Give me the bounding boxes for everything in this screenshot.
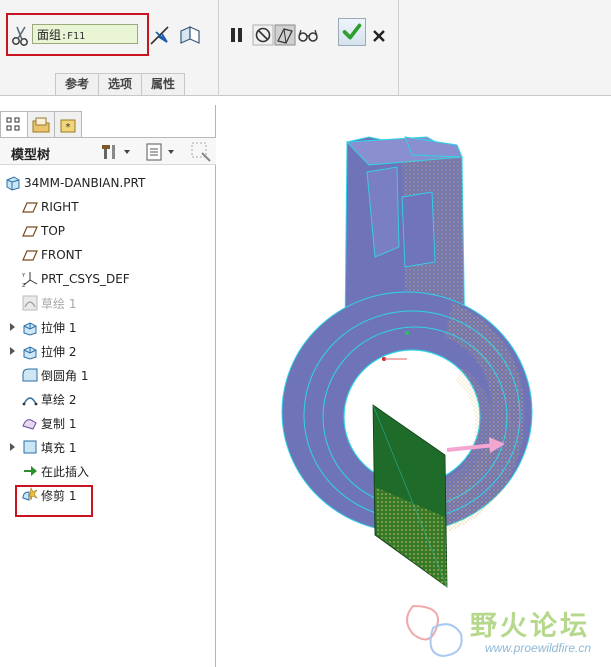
expand-arrow-icon[interactable] xyxy=(7,345,19,357)
svg-text:Y: Y xyxy=(21,273,26,279)
cancel-x-icon[interactable] xyxy=(369,24,389,46)
tree-item-front[interactable]: FRONT xyxy=(0,243,216,267)
tree-item-label: RIGHT xyxy=(41,200,79,214)
tab-options[interactable]: 选项 xyxy=(98,73,143,95)
toolbar-divider xyxy=(218,0,219,96)
tree-item-label: 填充 1 xyxy=(41,440,77,455)
tree-item-csys[interactable]: Y Z PRT_CSYS_DEF xyxy=(0,267,216,291)
tab-folder-browser[interactable] xyxy=(27,111,55,137)
insert-here-icon xyxy=(24,466,37,476)
watermark-url: www.proewildfire.cn xyxy=(485,641,592,655)
sketch-icon xyxy=(22,295,38,311)
tree-item-label: 草绘 1 xyxy=(41,296,77,311)
scissors-icon[interactable] xyxy=(10,25,32,47)
graphics-window[interactable] xyxy=(217,97,611,667)
tree-item-top[interactable]: TOP xyxy=(0,219,216,243)
tree-show-icon[interactable] xyxy=(144,141,178,163)
tree-item-trim-1[interactable]: 修剪 1 xyxy=(0,483,216,507)
datum-plane-icon xyxy=(22,202,38,213)
tree-item-label: 在此插入 xyxy=(41,464,90,479)
tab-properties[interactable]: 属性 xyxy=(141,73,186,95)
toolbar-divider xyxy=(398,0,399,96)
tree-item-fill-1[interactable]: 填充 1 xyxy=(0,435,216,459)
part-icon xyxy=(6,176,20,191)
svg-text:*: * xyxy=(66,122,71,133)
geometry-preview-icon[interactable] xyxy=(274,24,296,46)
datum-plane-icon xyxy=(22,226,38,237)
tree-item-insert-here[interactable]: 在此插入 xyxy=(0,459,216,483)
flip-direction-icon[interactable] xyxy=(148,23,172,47)
favorites-icon: * xyxy=(60,119,76,133)
pause-icon[interactable] xyxy=(226,24,248,46)
tree-item-sketch-2[interactable]: 草绘 2 xyxy=(0,387,216,411)
quilt-field-value: :F11 xyxy=(61,31,86,42)
fill-icon xyxy=(23,440,37,454)
extrude-icon xyxy=(23,322,37,336)
tree-settings-icon[interactable] xyxy=(100,141,134,163)
quilt-field-label: 面组 xyxy=(37,28,62,42)
tree-item-label: FRONT xyxy=(41,248,82,262)
dashboard-tabs: 参考 选项 属性 xyxy=(55,73,186,95)
tree-item-label: 拉伸 2 xyxy=(41,344,77,359)
expand-arrow-icon[interactable] xyxy=(7,441,19,453)
no-preview-icon[interactable] xyxy=(252,24,274,46)
thicken-trim-icon[interactable] xyxy=(178,23,202,47)
sketch-icon xyxy=(22,397,38,406)
trim-dashboard: 面组:F11 参考 选项 属性 xyxy=(0,0,611,96)
expand-arrow-icon[interactable] xyxy=(7,321,19,333)
tree-item-label: 复制 1 xyxy=(41,416,77,431)
tree-item-copy-1[interactable]: 复制 1 xyxy=(0,411,216,435)
tree-item-label: 拉伸 1 xyxy=(41,320,77,335)
tree-item-round-1[interactable]: 倒圆角 1 xyxy=(0,363,216,387)
tree-item-label: 草绘 2 xyxy=(41,392,77,407)
navigator-pane: * 模型树 34MM-DANBIAN.PRT RIGHT TOP FRONT Y… xyxy=(0,105,216,667)
model-tree-icon xyxy=(6,117,20,130)
verify-glasses-icon[interactable] xyxy=(297,24,319,46)
tab-model-tree[interactable] xyxy=(0,111,28,137)
tree-item-label: 倒圆角 1 xyxy=(41,368,89,383)
round-icon xyxy=(22,368,38,382)
svg-text:Z: Z xyxy=(22,283,26,288)
part-model[interactable] xyxy=(281,136,533,588)
tab-references[interactable]: 参考 xyxy=(55,73,100,95)
model-tree-header: 模型树 xyxy=(0,137,216,165)
watermark-text: 野火论坛 xyxy=(470,611,590,642)
tree-item-extrude-1[interactable]: 拉伸 1 xyxy=(0,315,216,339)
navigator-tabs: * xyxy=(0,111,82,137)
tree-item-label: 修剪 1 xyxy=(41,488,77,503)
model-tree: 34MM-DANBIAN.PRT RIGHT TOP FRONT Y Z PRT… xyxy=(0,171,216,507)
tree-filter-icon[interactable] xyxy=(190,141,212,163)
folder-icon xyxy=(32,117,50,132)
copy-icon xyxy=(22,419,37,430)
tree-item-label: TOP xyxy=(41,224,66,238)
tree-item-part[interactable]: 34MM-DANBIAN.PRT xyxy=(0,171,216,195)
tab-favorites[interactable]: * xyxy=(54,111,82,137)
trim-feature-window: 面组:F11 参考 选项 属性 * 模型树 34MM-DANBIAN.PRT R… xyxy=(0,0,611,667)
model-tree-title: 模型树 xyxy=(11,148,51,163)
datum-plane-icon xyxy=(22,250,38,261)
tree-item-sketch-1[interactable]: 草绘 1 xyxy=(0,291,216,315)
extrude-icon xyxy=(23,346,37,360)
csys-icon: Y Z xyxy=(21,272,38,288)
tree-item-extrude-2[interactable]: 拉伸 2 xyxy=(0,339,216,363)
tree-item-label: PRT_CSYS_DEF xyxy=(41,272,130,286)
trim-icon xyxy=(22,487,38,501)
tree-item-right[interactable]: RIGHT xyxy=(0,195,216,219)
ok-checkmark-icon[interactable] xyxy=(338,18,366,46)
tree-item-label: 34MM-DANBIAN.PRT xyxy=(24,176,146,190)
trimmed-quilt-field[interactable]: 面组:F11 xyxy=(32,24,138,44)
